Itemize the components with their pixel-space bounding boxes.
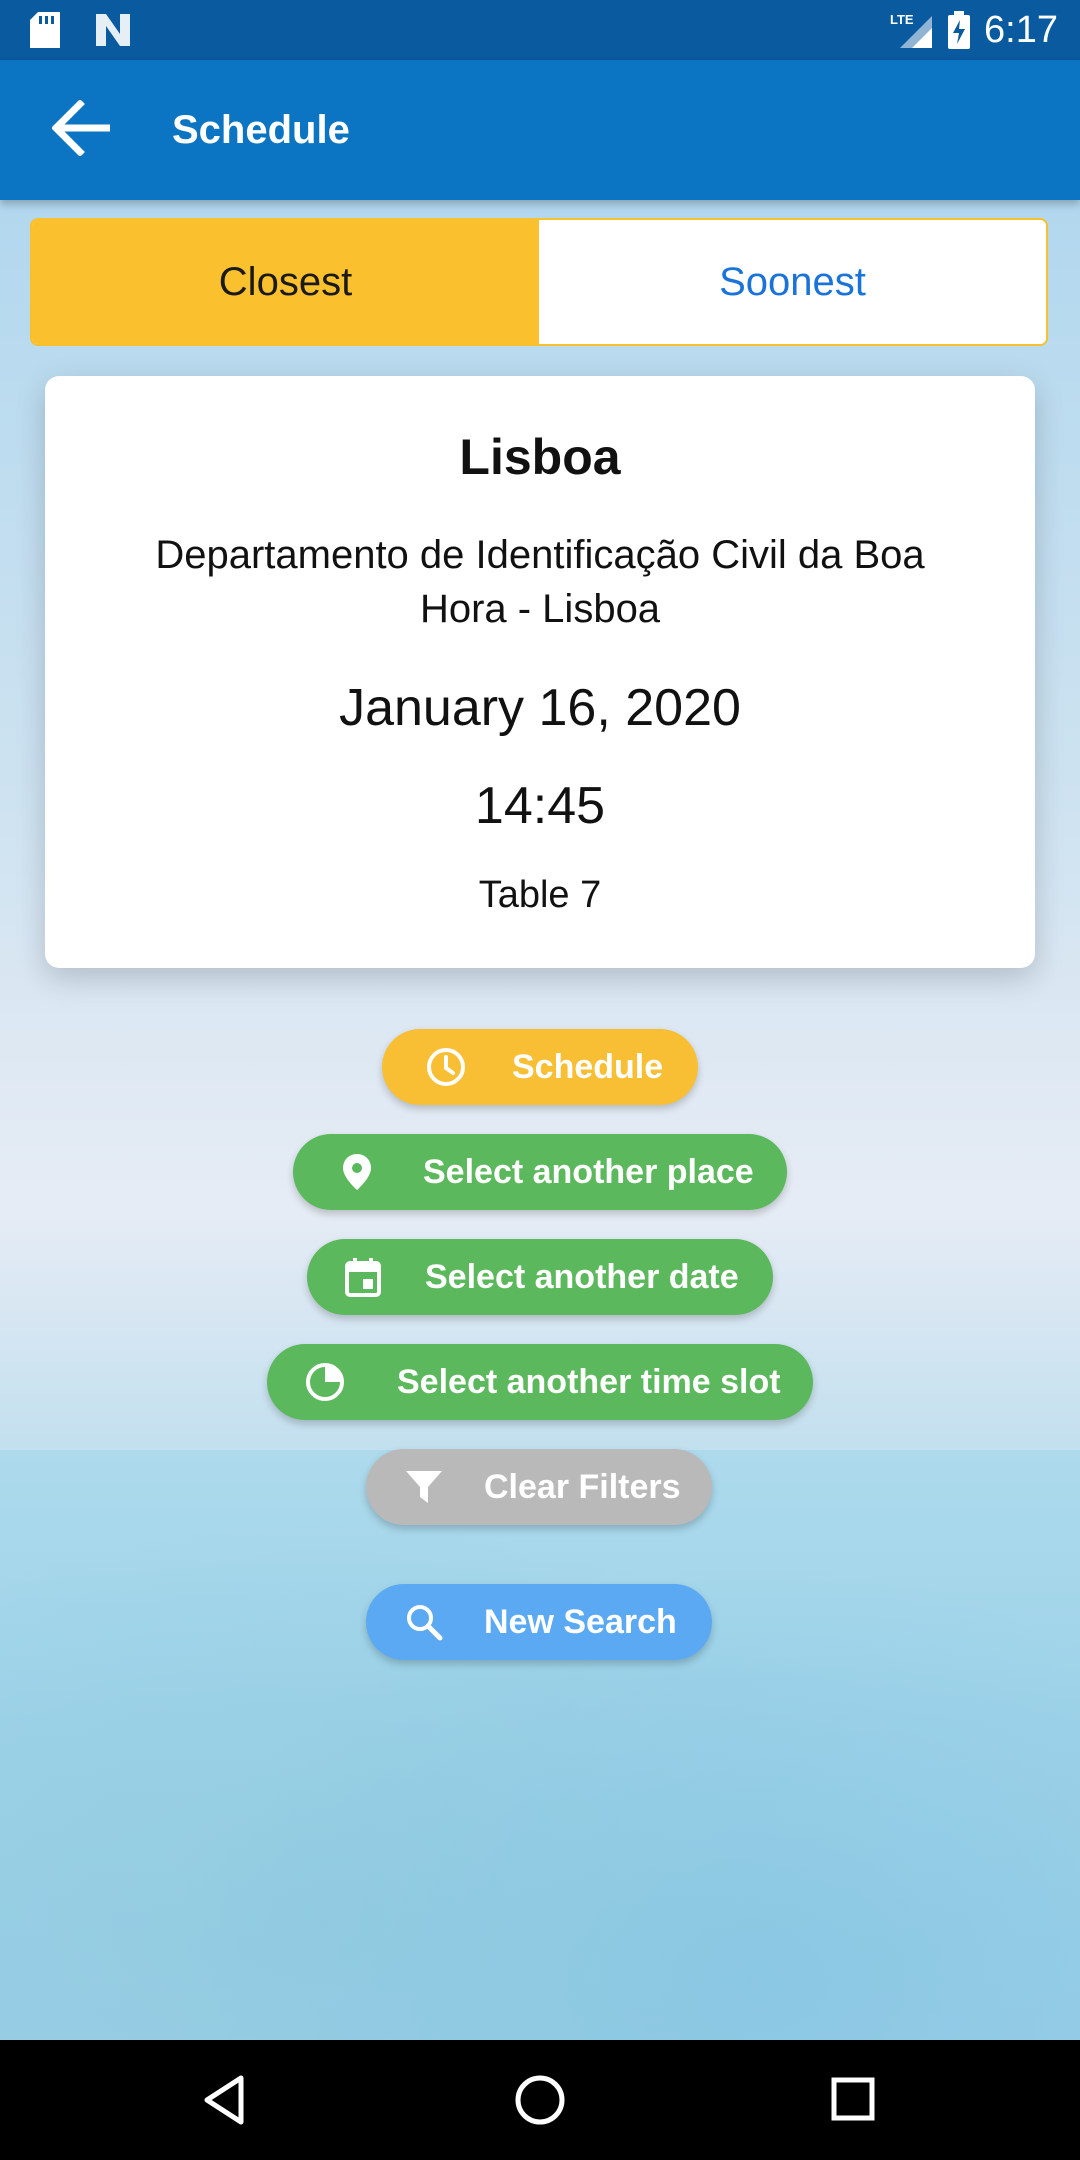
screen: LTE 6:17 Schedule Closest Soonest Lisboa… — [0, 0, 1080, 2160]
clock-icon — [426, 1047, 466, 1087]
tab-closest[interactable]: Closest — [32, 220, 539, 344]
nav-back-button[interactable] — [197, 2070, 257, 2130]
schedule-label: Schedule — [512, 1048, 664, 1086]
table-number: Table 7 — [478, 874, 602, 916]
new-search-button[interactable]: New Search — [366, 1584, 712, 1660]
clock-time: 6:17 — [984, 9, 1058, 51]
background-sea — [0, 1450, 1080, 2040]
clear-filters-button[interactable]: Clear Filters — [366, 1449, 712, 1525]
time-slot-icon — [305, 1362, 345, 1402]
search-icon — [404, 1602, 444, 1642]
city-name: Lisboa — [459, 429, 621, 485]
nav-home-button[interactable] — [510, 2070, 570, 2130]
page-title: Schedule — [172, 108, 350, 152]
select-time-slot-button[interactable]: Select another time slot — [267, 1344, 813, 1420]
recents-square-icon — [824, 2077, 884, 2134]
select-date-button[interactable]: Select another date — [307, 1239, 773, 1315]
arrow-back-icon — [51, 98, 112, 161]
calendar-icon — [343, 1257, 383, 1297]
n-notification-icon — [94, 12, 132, 48]
back-button[interactable] — [42, 98, 122, 162]
status-bar: LTE 6:17 — [0, 0, 1080, 60]
new-search-label: New Search — [484, 1603, 677, 1641]
location-pin-icon — [337, 1152, 377, 1192]
select-place-button[interactable]: Select another place — [293, 1134, 787, 1210]
appointment-card: Lisboa Departamento de Identificação Civ… — [45, 376, 1035, 968]
schedule-button[interactable]: Schedule — [382, 1029, 698, 1105]
appointment-date: January 16, 2020 — [339, 679, 741, 737]
filter-icon — [404, 1467, 444, 1507]
app-bar: Schedule — [0, 60, 1080, 200]
system-nav-bar — [0, 2040, 1080, 2160]
battery-charging-icon — [948, 11, 971, 49]
svg-text:LTE: LTE — [890, 12, 914, 27]
tab-soonest[interactable]: Soonest — [539, 220, 1046, 344]
appointment-time: 14:45 — [474, 777, 606, 835]
select-time-slot-label: Select another time slot — [397, 1363, 781, 1401]
select-date-label: Select another date — [425, 1258, 739, 1296]
home-circle-icon — [510, 2075, 570, 2134]
nav-recents-button[interactable] — [824, 2070, 884, 2130]
select-place-label: Select another place — [423, 1153, 754, 1191]
back-triangle-icon — [197, 2075, 257, 2134]
department-name: Departamento de Identificação Civil da B… — [155, 533, 925, 631]
lte-signal-icon: LTE — [890, 10, 934, 50]
clear-filters-label: Clear Filters — [484, 1468, 681, 1506]
sort-tabs: Closest Soonest — [30, 218, 1048, 346]
sd-card-icon — [30, 12, 60, 48]
